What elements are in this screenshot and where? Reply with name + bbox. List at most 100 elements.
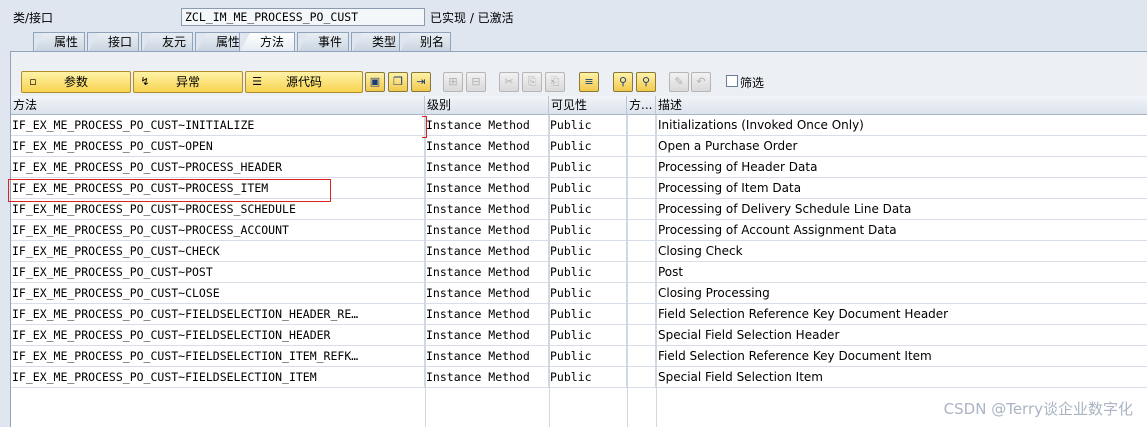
find-icon[interactable]: ⚲: [613, 72, 633, 92]
method-type-cell[interactable]: [627, 136, 656, 157]
description-cell[interactable]: Closing Check: [656, 241, 1147, 262]
table-row[interactable]: IF_EX_ME_PROCESS_PO_CUST~PROCESS_SCHEDUL…: [11, 199, 1147, 220]
tab-aliases[interactable]: 别名: [399, 32, 451, 52]
column-level[interactable]: 级别: [425, 96, 549, 115]
filter-checkbox[interactable]: [726, 75, 738, 87]
table-row[interactable]: IF_EX_ME_PROCESS_PO_CUST~PROCESS_HEADER I…: [11, 157, 1147, 178]
method-name-cell[interactable]: IF_EX_ME_PROCESS_PO_CUST~POST: [11, 262, 425, 283]
delete-row-icon[interactable]: ⊟: [466, 72, 486, 92]
visibility-cell[interactable]: Public: [549, 115, 627, 136]
detail-view-icon[interactable]: ≡: [579, 72, 599, 92]
level-cell[interactable]: Instance Method: [425, 115, 549, 136]
visibility-cell[interactable]: Public: [549, 262, 627, 283]
method-type-cell[interactable]: [627, 325, 656, 346]
method-name-cell[interactable]: IF_EX_ME_PROCESS_PO_CUST~PROCESS_SCHEDUL…: [11, 199, 425, 220]
undo-redefine-icon[interactable]: ↶: [691, 72, 711, 92]
tab-attributes[interactable]: 属性: [33, 32, 85, 52]
description-cell[interactable]: Post: [656, 262, 1147, 283]
find-next-icon[interactable]: ⚲: [636, 72, 656, 92]
table-row[interactable]: IF_EX_ME_PROCESS_PO_CUST~POST Instance Me…: [11, 262, 1147, 283]
description-cell[interactable]: Open a Purchase Order: [656, 136, 1147, 157]
method-type-cell[interactable]: [627, 220, 656, 241]
tab-methods[interactable]: 方法: [239, 32, 295, 52]
copy-object-icon[interactable]: ❐: [388, 72, 408, 92]
description-cell[interactable]: Processing of Item Data: [656, 178, 1147, 199]
level-cell[interactable]: Instance Method: [425, 157, 549, 178]
column-description[interactable]: 描述: [656, 96, 1147, 115]
navigate-icon[interactable]: ⇥: [411, 72, 431, 92]
description-cell[interactable]: Processing of Header Data: [656, 157, 1147, 178]
table-row[interactable]: IF_EX_ME_PROCESS_PO_CUST~CHECK Instance M…: [11, 241, 1147, 262]
visibility-cell[interactable]: Public: [549, 136, 627, 157]
method-type-cell[interactable]: [627, 199, 656, 220]
method-name-cell[interactable]: IF_EX_ME_PROCESS_PO_CUST~FIELDSELECTION_…: [11, 367, 425, 388]
level-cell[interactable]: Instance Method: [425, 136, 549, 157]
method-type-cell[interactable]: [627, 283, 656, 304]
method-name-cell[interactable]: IF_EX_ME_PROCESS_PO_CUST~FIELDSELECTION_…: [11, 346, 425, 367]
table-row[interactable]: IF_EX_ME_PROCESS_PO_CUST~FIELDSELECTION_…: [11, 304, 1147, 325]
level-cell[interactable]: Instance Method: [425, 178, 549, 199]
method-name-cell[interactable]: IF_EX_ME_PROCESS_PO_CUST~FIELDSELECTION_…: [11, 325, 425, 346]
visibility-cell[interactable]: Public: [549, 346, 627, 367]
redefine-icon[interactable]: ✎: [669, 72, 689, 92]
description-cell[interactable]: Special Field Selection Item: [656, 367, 1147, 388]
tab-friends[interactable]: 友元: [141, 32, 193, 52]
visibility-cell[interactable]: Public: [549, 178, 627, 199]
method-name-cell[interactable]: IF_EX_ME_PROCESS_PO_CUST~PROCESS_ACCOUNT: [11, 220, 425, 241]
description-cell[interactable]: Initializations (Invoked Once Only): [656, 115, 1147, 136]
method-type-cell[interactable]: [627, 115, 656, 136]
method-type-cell[interactable]: [627, 241, 656, 262]
method-type-cell[interactable]: [627, 262, 656, 283]
tab-types[interactable]: 类型: [351, 32, 403, 52]
level-cell[interactable]: Instance Method: [425, 304, 549, 325]
description-cell[interactable]: Processing of Account Assignment Data: [656, 220, 1147, 241]
description-cell[interactable]: Special Field Selection Header: [656, 325, 1147, 346]
level-cell[interactable]: Instance Method: [425, 199, 549, 220]
method-name-cell[interactable]: IF_EX_ME_PROCESS_PO_CUST~INITIALIZE: [11, 115, 425, 136]
table-row[interactable]: IF_EX_ME_PROCESS_PO_CUST~OPEN Instance Me…: [11, 136, 1147, 157]
visibility-cell[interactable]: Public: [549, 325, 627, 346]
method-type-cell[interactable]: [627, 178, 656, 199]
column-visibility[interactable]: 可见性: [549, 96, 627, 115]
level-cell[interactable]: Instance Method: [425, 325, 549, 346]
tab-interfaces[interactable]: 接口: [87, 32, 139, 52]
visibility-cell[interactable]: Public: [549, 220, 627, 241]
table-row[interactable]: IF_EX_ME_PROCESS_PO_CUST~CLOSE Instance M…: [11, 283, 1147, 304]
method-name-cell[interactable]: IF_EX_ME_PROCESS_PO_CUST~FIELDSELECTION_…: [11, 304, 425, 325]
display-object-list-icon[interactable]: ▣: [365, 72, 385, 92]
description-cell[interactable]: Processing of Delivery Schedule Line Dat…: [656, 199, 1147, 220]
table-row[interactable]: IF_EX_ME_PROCESS_PO_CUST~FIELDSELECTION_…: [11, 346, 1147, 367]
exceptions-button[interactable]: ↯ 异常: [133, 71, 243, 93]
insert-row-icon[interactable]: ⊞: [443, 72, 463, 92]
method-name-cell[interactable]: IF_EX_ME_PROCESS_PO_CUST~CHECK: [11, 241, 425, 262]
method-type-cell[interactable]: [627, 157, 656, 178]
copy-icon[interactable]: ⎘: [522, 72, 542, 92]
visibility-cell[interactable]: Public: [549, 304, 627, 325]
method-name-cell[interactable]: IF_EX_ME_PROCESS_PO_CUST~PROCESS_HEADER: [11, 157, 425, 178]
method-name-cell[interactable]: IF_EX_ME_PROCESS_PO_CUST~CLOSE: [11, 283, 425, 304]
level-cell[interactable]: Instance Method: [425, 367, 549, 388]
column-method-type[interactable]: 方...: [627, 96, 656, 115]
method-type-cell[interactable]: [627, 304, 656, 325]
method-type-cell[interactable]: [627, 367, 656, 388]
table-row[interactable]: IF_EX_ME_PROCESS_PO_CUST~FIELDSELECTION_…: [11, 367, 1147, 388]
method-type-cell[interactable]: [627, 346, 656, 367]
paste-icon[interactable]: ⎗: [545, 72, 565, 92]
description-cell[interactable]: Field Selection Reference Key Document H…: [656, 304, 1147, 325]
visibility-cell[interactable]: Public: [549, 157, 627, 178]
source-code-button[interactable]: ☰ 源代码: [245, 71, 363, 93]
class-name-field[interactable]: ZCL_IM_ME_PROCESS_PO_CUST: [181, 8, 425, 26]
method-name-cell[interactable]: IF_EX_ME_PROCESS_PO_CUST~OPEN: [11, 136, 425, 157]
description-cell[interactable]: Closing Processing: [656, 283, 1147, 304]
level-cell[interactable]: Instance Method: [425, 262, 549, 283]
parameters-button[interactable]: ▫ 参数: [21, 71, 131, 93]
level-cell[interactable]: Instance Method: [425, 241, 549, 262]
table-row[interactable]: IF_EX_ME_PROCESS_PO_CUST~FIELDSELECTION_…: [11, 325, 1147, 346]
cut-icon[interactable]: ✂: [499, 72, 519, 92]
tab-events[interactable]: 事件: [297, 32, 349, 52]
level-cell[interactable]: Instance Method: [425, 220, 549, 241]
visibility-cell[interactable]: Public: [549, 241, 627, 262]
level-cell[interactable]: Instance Method: [425, 346, 549, 367]
table-row[interactable]: IF_EX_ME_PROCESS_PO_CUST~PROCESS_ACCOUNT…: [11, 220, 1147, 241]
visibility-cell[interactable]: Public: [549, 283, 627, 304]
